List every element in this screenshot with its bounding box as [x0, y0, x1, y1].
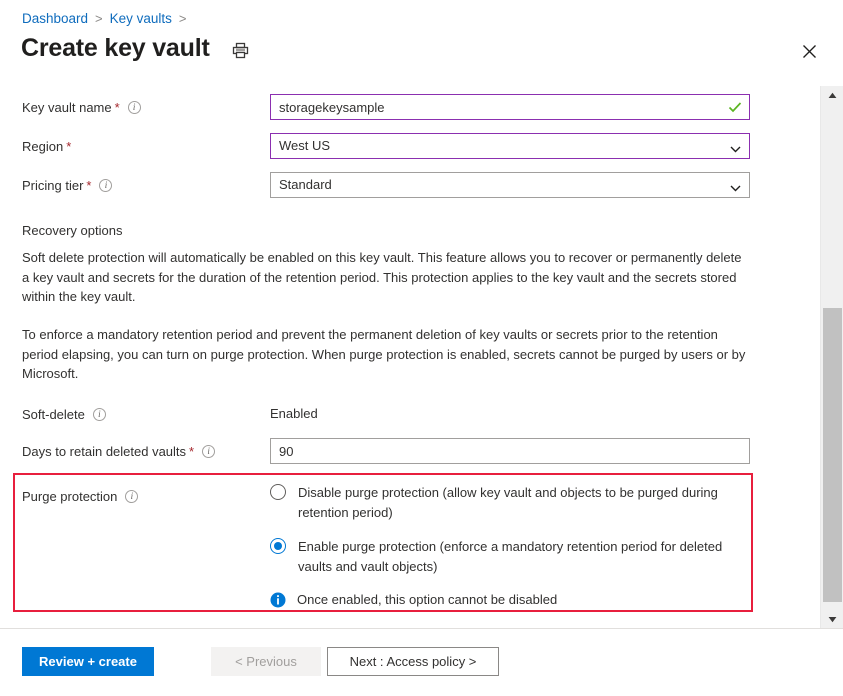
chevron-down-icon[interactable]: [821, 610, 843, 628]
label-text: Pricing tier: [22, 178, 84, 193]
region-select[interactable]: West US: [270, 133, 750, 159]
field-label-purge-protection: Purge protection i: [22, 483, 270, 505]
field-label-key-vault-name: Key vault name * i: [22, 94, 270, 116]
required-indicator: *: [66, 139, 72, 154]
chevron-down-icon: [729, 140, 742, 153]
field-label-soft-delete: Soft-delete i: [22, 401, 270, 423]
info-icon[interactable]: i: [127, 101, 141, 114]
field-purge-protection: Purge protection i Disable purge protect…: [22, 483, 752, 608]
radio-checked-icon: [270, 538, 286, 554]
field-label-region: Region *: [22, 133, 270, 155]
field-pricing-tier: Pricing tier * i Standard: [22, 172, 762, 198]
recovery-paragraph-1: Soft delete protection will automaticall…: [22, 250, 742, 304]
field-key-vault-name: Key vault name * i: [22, 94, 762, 120]
title-row: Create key vault: [21, 33, 252, 63]
close-icon[interactable]: [797, 39, 821, 63]
required-indicator: *: [86, 178, 92, 193]
page-title: Create key vault: [21, 34, 210, 62]
pricing-tier-select[interactable]: Standard: [270, 172, 750, 198]
label-text: Days to retain deleted vaults: [22, 444, 187, 459]
scrollbar-thumb[interactable]: [823, 308, 842, 602]
label-text: Soft-delete: [22, 407, 85, 422]
recovery-options-heading: Recovery options: [22, 223, 123, 238]
review-create-button[interactable]: Review + create: [22, 647, 154, 676]
purge-protection-note: Once enabled, this option cannot be disa…: [270, 591, 740, 608]
vertical-scrollbar[interactable]: [820, 86, 843, 628]
required-indicator: *: [114, 100, 120, 115]
field-soft-delete: Soft-delete i Enabled: [22, 401, 762, 423]
chevron-up-icon[interactable]: [821, 86, 843, 104]
printer-icon[interactable]: [230, 39, 252, 61]
info-icon[interactable]: i: [202, 445, 216, 458]
purge-protection-radio-group: Disable purge protection (allow key vaul…: [270, 483, 740, 608]
soft-delete-value: Enabled: [270, 406, 318, 421]
radio-label: Disable purge protection (allow key vaul…: [298, 485, 718, 520]
info-filled-icon: [270, 592, 286, 608]
breadcrumb-item-key-vaults[interactable]: Key vaults: [110, 11, 172, 27]
pricing-tier-selected-value: Standard: [279, 177, 332, 192]
info-icon[interactable]: i: [99, 179, 113, 192]
purge-protection-note-text: Once enabled, this option cannot be disa…: [297, 592, 558, 607]
field-days-to-retain: Days to retain deleted vaults * i: [22, 438, 762, 464]
chevron-down-icon: [729, 179, 742, 192]
required-indicator: *: [189, 444, 195, 459]
recovery-paragraph-2: To enforce a mandatory retention period …: [22, 327, 746, 381]
radio-unchecked-icon: [270, 484, 286, 500]
region-selected-value: West US: [279, 138, 331, 153]
info-icon[interactable]: i: [92, 408, 106, 421]
label-text: Purge protection: [22, 489, 118, 504]
breadcrumb-item-dashboard[interactable]: Dashboard: [22, 11, 88, 27]
field-region: Region * West US: [22, 133, 762, 159]
next-access-policy-button[interactable]: Next : Access policy >: [327, 647, 499, 676]
key-vault-name-input[interactable]: [270, 94, 750, 120]
breadcrumb: Dashboard > Key vaults >: [22, 11, 194, 27]
days-to-retain-input[interactable]: [270, 438, 750, 464]
radio-disable-purge-protection[interactable]: Disable purge protection (allow key vaul…: [270, 483, 740, 522]
field-label-pricing-tier: Pricing tier * i: [22, 172, 270, 194]
breadcrumb-separator-icon: >: [178, 11, 187, 26]
radio-enable-purge-protection[interactable]: Enable purge protection (enforce a manda…: [270, 537, 740, 576]
info-icon[interactable]: i: [125, 490, 139, 503]
label-text: Region: [22, 139, 64, 154]
radio-label: Enable purge protection (enforce a manda…: [298, 539, 723, 574]
breadcrumb-separator-icon: >: [95, 11, 103, 26]
field-label-days-to-retain: Days to retain deleted vaults * i: [22, 438, 270, 460]
label-text: Key vault name: [22, 100, 112, 115]
previous-button[interactable]: < Previous: [211, 647, 321, 676]
footer-toolbar: Review + create < Previous Next : Access…: [0, 629, 843, 696]
